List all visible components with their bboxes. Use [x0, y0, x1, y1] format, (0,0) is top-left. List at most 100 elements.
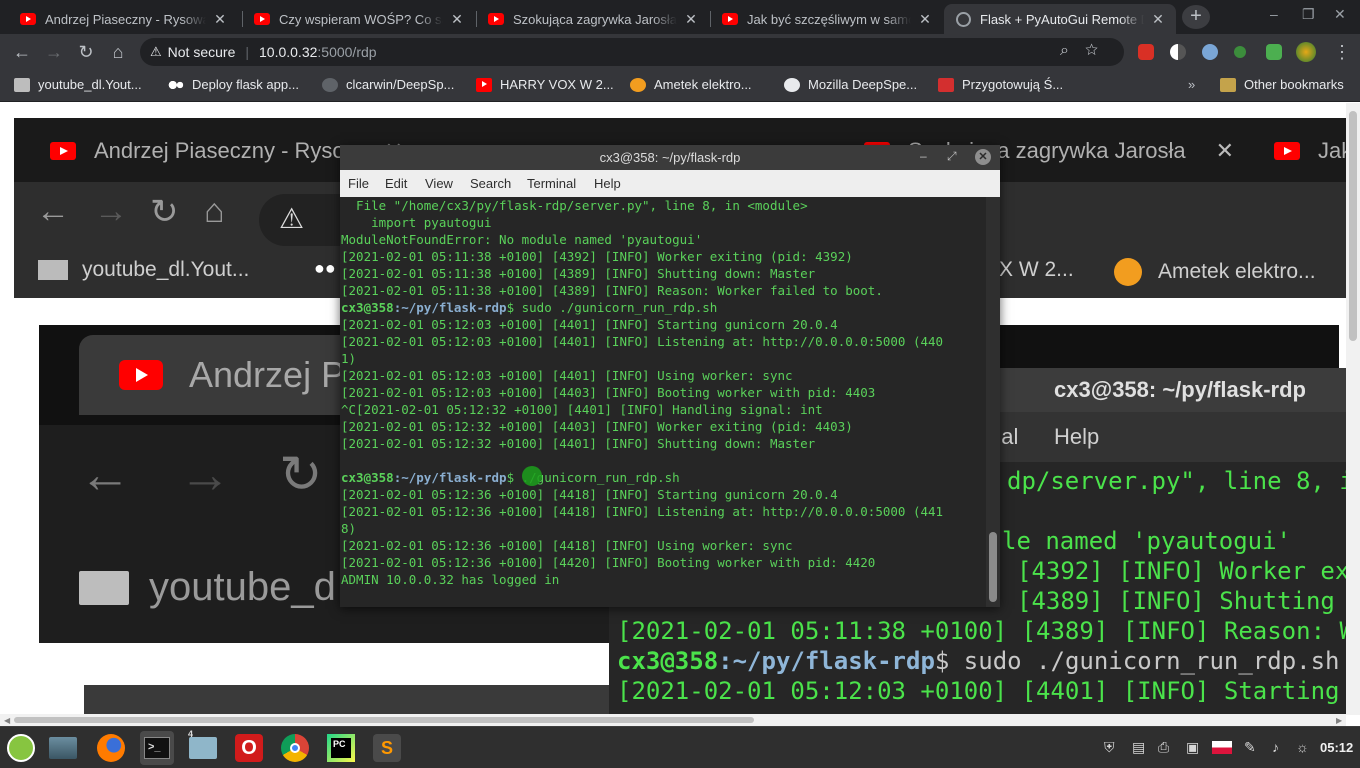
- url-host: 10.0.0.32: [259, 44, 318, 60]
- avatar[interactable]: [1296, 42, 1316, 62]
- terminal-prompt-line: cx3@358:~/py/flask-rdp$ ./gunicorn_run_r…: [341, 469, 986, 486]
- terminal-window[interactable]: cx3@358: ~/py/flask-rdp – ⤢ ✕ File Edit …: [340, 145, 1000, 607]
- close-tab-icon[interactable]: ✕: [212, 11, 228, 28]
- bookmark-item[interactable]: clcarwin/DeepSp...: [322, 77, 454, 92]
- zoom-icon[interactable]: ⌕: [1060, 42, 1085, 59]
- reload-icon[interactable]: ↻: [74, 40, 98, 64]
- terminal-line: [2021-02-01 05:12:03 +0100] [4403] [INFO…: [341, 385, 876, 400]
- star-icon[interactable]: ☆: [1085, 42, 1114, 59]
- tab-title: Andrzej Piaseczny - Rysowan: [45, 11, 206, 27]
- orange-f-icon: [1114, 258, 1142, 286]
- tab-title: Czy wspieram WOŚP? Co sąd: [279, 11, 443, 27]
- bookmark-item[interactable]: Deploy flask app...: [168, 77, 299, 92]
- scroll-left-icon[interactable]: ◀: [4, 716, 10, 725]
- extension-icon[interactable]: [1170, 44, 1186, 60]
- extension-icon[interactable]: [1234, 46, 1246, 58]
- terminal-line: ^C[2021-02-01 05:12:32 +0100] [4401] [IN…: [341, 402, 823, 417]
- close-window-icon[interactable]: ✕: [1334, 6, 1346, 23]
- browser-tab[interactable]: Jak być szczęśliwym w samo ✕: [710, 4, 943, 34]
- brightness-icon[interactable]: ☼: [1296, 739, 1309, 755]
- bookmark-label: Ametek elektro...: [654, 77, 752, 92]
- menu-dots-icon[interactable]: ⋮: [1330, 40, 1354, 64]
- minimize-window-icon[interactable]: –: [1270, 6, 1278, 22]
- vertical-scrollbar[interactable]: [1346, 103, 1360, 715]
- security-label[interactable]: Not secure: [168, 44, 236, 60]
- close-icon[interactable]: ✕: [975, 149, 991, 165]
- terminal-title[interactable]: cx3@358: ~/py/flask-rdp: [340, 145, 1000, 170]
- youtube-icon: [254, 13, 270, 25]
- terminal-scrollbar[interactable]: [986, 197, 1000, 607]
- pen-icon[interactable]: ✎: [1244, 739, 1256, 756]
- minimize-icon[interactable]: –: [920, 149, 927, 163]
- youtube-icon: [50, 142, 76, 160]
- menu-edit[interactable]: Edit: [385, 176, 407, 191]
- forward-arrow-icon[interactable]: →: [42, 40, 66, 64]
- flag-pl-icon[interactable]: [1212, 741, 1232, 754]
- home-icon[interactable]: ⌂: [106, 40, 130, 64]
- bookmark-item[interactable]: youtube_dl.Yout...: [14, 77, 142, 92]
- printer-icon[interactable]: ⎙: [1158, 739, 1169, 756]
- horizontal-scrollbar[interactable]: [0, 714, 1346, 726]
- menu-file[interactable]: File: [348, 176, 369, 191]
- menu-search[interactable]: Search: [470, 176, 511, 191]
- back-arrow-icon: ←: [36, 192, 70, 230]
- restore-window-icon[interactable]: ❐: [1302, 6, 1315, 23]
- puzzle-icon[interactable]: [1266, 44, 1282, 60]
- address-bar[interactable]: ⚠ Not secure | 10.0.0.32 :5000/rdp ⌕☆: [140, 38, 1124, 66]
- terminal-line: 8): [341, 521, 357, 536]
- extension-icon[interactable]: [1138, 44, 1154, 60]
- browser-tab[interactable]: Andrzej Piaseczny - Rysowan ✕: [8, 4, 238, 34]
- opera-icon[interactable]: O: [232, 731, 266, 765]
- bookmark-item[interactable]: Ametek elektro...: [630, 77, 752, 92]
- scrollbar-thumb[interactable]: [14, 717, 754, 723]
- pycharm-icon[interactable]: PC: [324, 731, 358, 765]
- menu-terminal[interactable]: Terminal: [527, 176, 576, 191]
- orange-f-icon: [630, 77, 646, 92]
- files-icon[interactable]: 4: [186, 729, 220, 765]
- back-arrow-icon: ←: [79, 446, 131, 504]
- music-icon[interactable]: ♪: [1272, 739, 1279, 755]
- terminal-line: [2021-02-01 05:12:03 +0100] [4401] [INFO…: [341, 334, 944, 349]
- terminal-icon[interactable]: >_: [140, 731, 174, 765]
- firefox-icon[interactable]: [94, 731, 128, 765]
- terminal-line: [2021-02-01 05:12:03 +0100] [4401] [INFO…: [341, 317, 838, 332]
- terminal-line: [2021-02-01 05:12:32 +0100] [4401] [INFO…: [341, 436, 816, 451]
- browser-tab-active[interactable]: Flask + PyAutoGui Remote D ✕: [944, 4, 1176, 34]
- browser-tab[interactable]: Szokująca zagrywka Jarosław ✕: [476, 4, 709, 34]
- bookmark-item[interactable]: Mozilla DeepSpe...: [784, 77, 917, 92]
- new-tab-button[interactable]: +: [1182, 5, 1210, 29]
- update-icon[interactable]: ▣: [1186, 739, 1199, 756]
- browser-tab[interactable]: Czy wspieram WOŚP? Co sąd ✕: [242, 4, 475, 34]
- terminal-output[interactable]: File "/home/cx3/py/flask-rdp/server.py",…: [340, 197, 986, 607]
- sublime-icon[interactable]: S: [370, 731, 404, 765]
- close-tab-icon[interactable]: ✕: [1150, 11, 1166, 28]
- show-desktop-icon[interactable]: [46, 731, 80, 765]
- scrollbar-thumb[interactable]: [1349, 111, 1357, 341]
- image-icon: [79, 570, 129, 605]
- tab-title: Jak być szczęśliwym w samo: [747, 11, 911, 27]
- close-tab-icon[interactable]: ✕: [449, 11, 465, 28]
- extension-icon[interactable]: [1202, 44, 1218, 60]
- bookmarks-overflow-button[interactable]: »: [1188, 77, 1195, 92]
- mint-menu-icon[interactable]: [4, 731, 38, 765]
- warning-icon[interactable]: ⚠: [150, 44, 162, 60]
- menu-help[interactable]: Help: [594, 176, 621, 191]
- clipboard-icon[interactable]: ▤: [1132, 739, 1145, 756]
- chrome-icon[interactable]: [278, 731, 312, 765]
- scroll-right-icon[interactable]: ▶: [1336, 716, 1342, 725]
- close-tab-icon[interactable]: ✕: [917, 11, 933, 28]
- clock[interactable]: 05:12: [1320, 740, 1353, 755]
- maximize-icon[interactable]: ⤢: [947, 149, 957, 164]
- terminal-line: ModuleNotFoundError: No module named 'py…: [341, 232, 703, 247]
- menu-view[interactable]: View: [425, 176, 453, 191]
- bookmark-item[interactable]: Przygotowują Ś...: [938, 77, 1063, 92]
- bookmarks-bar: youtube_dl.Yout... Deploy flask app... c…: [0, 70, 1360, 102]
- bookmark-item[interactable]: HARRY VOX W 2...: [476, 77, 614, 92]
- bookmark-label: HARRY VOX W 2...: [500, 77, 614, 92]
- prompt-command: $ sudo ./gunicorn_run_rdp.sh: [506, 300, 718, 315]
- scrollbar-thumb[interactable]: [989, 532, 997, 602]
- close-tab-icon[interactable]: ✕: [683, 11, 699, 28]
- other-bookmarks-folder[interactable]: Other bookmarks: [1220, 77, 1344, 92]
- back-arrow-icon[interactable]: ←: [10, 40, 34, 64]
- shield-icon[interactable]: ⛨: [1104, 739, 1115, 756]
